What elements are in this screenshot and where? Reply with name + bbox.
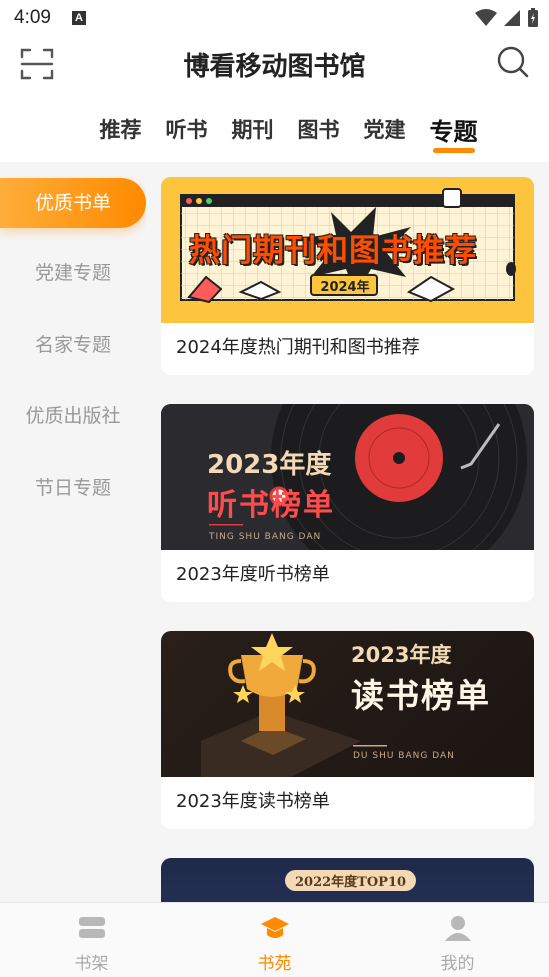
sidebar-item-party-topics[interactable]: 党建专题	[0, 248, 146, 298]
status-icons	[475, 8, 539, 28]
topic-card[interactable]: 2023年度 听书榜单 TING SHU BANG DAN 2023年度听书榜单	[161, 404, 534, 602]
tab-audiobooks[interactable]: 听书	[166, 102, 208, 158]
app-header: 博看移动图书馆	[0, 36, 549, 92]
tab-party-building[interactable]: 党建	[364, 102, 406, 158]
tab-periodicals[interactable]: 期刊	[232, 102, 274, 158]
tab-label: 推荐	[99, 118, 142, 142]
nav-label: 书架	[74, 954, 109, 974]
topic-card[interactable]: 热门期刊和图书推荐 2024年 2024年度热门期刊和图书推荐	[161, 177, 534, 375]
banner-subtitle: DU SHU BANG DAN	[353, 751, 455, 761]
sidebar-item-holiday-topics[interactable]: 节日专题	[0, 463, 146, 513]
status-time: 4:09	[14, 7, 51, 28]
category-tabs: 推荐 听书 期刊 图书 党建 专题	[0, 102, 549, 158]
banner-year-badge: 2022年度TOP10	[285, 870, 417, 891]
topic-title: 2023年度读书榜单	[176, 791, 330, 812]
banner-headline: 听书榜单	[207, 488, 335, 523]
graduation-cap-icon	[260, 917, 289, 938]
notification-a-icon: A	[72, 11, 86, 25]
status-bar: 4:09 A	[0, 0, 549, 36]
sidebar-item-quality-booklists[interactable]: 优质书单	[0, 178, 146, 228]
banner-headline: 热门期刊和图书推荐	[189, 233, 477, 269]
bookshelf-icon	[78, 917, 105, 938]
topic-title: 2024年度热门期刊和图书推荐	[176, 337, 420, 358]
nav-book-garden[interactable]: 书苑	[183, 903, 366, 977]
topic-banner: 2023年度 听书榜单 TING SHU BANG DAN	[161, 404, 534, 550]
topic-banner: 热门期刊和图书推荐 2024年	[161, 177, 534, 323]
app-title: 博看移动图书馆	[183, 52, 366, 82]
sidebar-item-famous-authors[interactable]: 名家专题	[0, 320, 146, 370]
banner-year: 2023年度	[207, 450, 332, 480]
person-icon	[444, 916, 471, 941]
tab-label: 期刊	[231, 118, 274, 142]
sidebar-item-quality-publishers[interactable]: 优质出版社	[0, 391, 146, 441]
nav-label: 我的	[440, 954, 475, 974]
topic-banner: 2022年度TOP10	[161, 858, 534, 904]
topic-banner: 2023年度 读书榜单 DU SHU BANG DAN	[161, 631, 534, 777]
nav-label: 书苑	[257, 954, 292, 974]
tab-topics[interactable]: 专题	[430, 102, 478, 158]
topic-card[interactable]: 2022年度TOP10	[161, 858, 534, 904]
topic-card[interactable]: 2023年度 读书榜单 DU SHU BANG DAN 2023年度读书榜单	[161, 631, 534, 829]
topic-title: 2023年度听书榜单	[176, 564, 330, 585]
nav-mine[interactable]: 我的	[366, 903, 549, 977]
battery-icon	[528, 8, 538, 27]
banner-subtitle: TING SHU BANG DAN	[209, 532, 322, 542]
banner-headline: 读书榜单	[351, 676, 491, 715]
tab-books[interactable]: 图书	[298, 102, 340, 158]
wifi-icon	[475, 9, 497, 26]
nav-bookshelf[interactable]: 书架	[0, 903, 183, 977]
topic-list: 热门期刊和图书推荐 2024年 2024年度热门期刊和图书推荐 2023年度 听…	[146, 162, 549, 904]
sidebar: 优质书单 党建专题 名家专题 优质出版社 节日专题	[0, 162, 146, 904]
banner-year: 2023年度	[351, 643, 452, 667]
tab-label: 党建	[363, 118, 406, 142]
tab-recommend[interactable]: 推荐	[100, 102, 142, 158]
tab-label: 图书	[297, 118, 340, 142]
tab-label: 听书	[165, 118, 208, 142]
banner-year-badge: 2024年	[320, 280, 370, 295]
tab-label: 专题	[429, 118, 478, 146]
bottom-nav: 书架 书苑 我的	[0, 902, 549, 977]
signal-icon	[504, 10, 520, 26]
search-icon[interactable]	[497, 46, 529, 78]
active-tab-indicator	[432, 148, 475, 153]
